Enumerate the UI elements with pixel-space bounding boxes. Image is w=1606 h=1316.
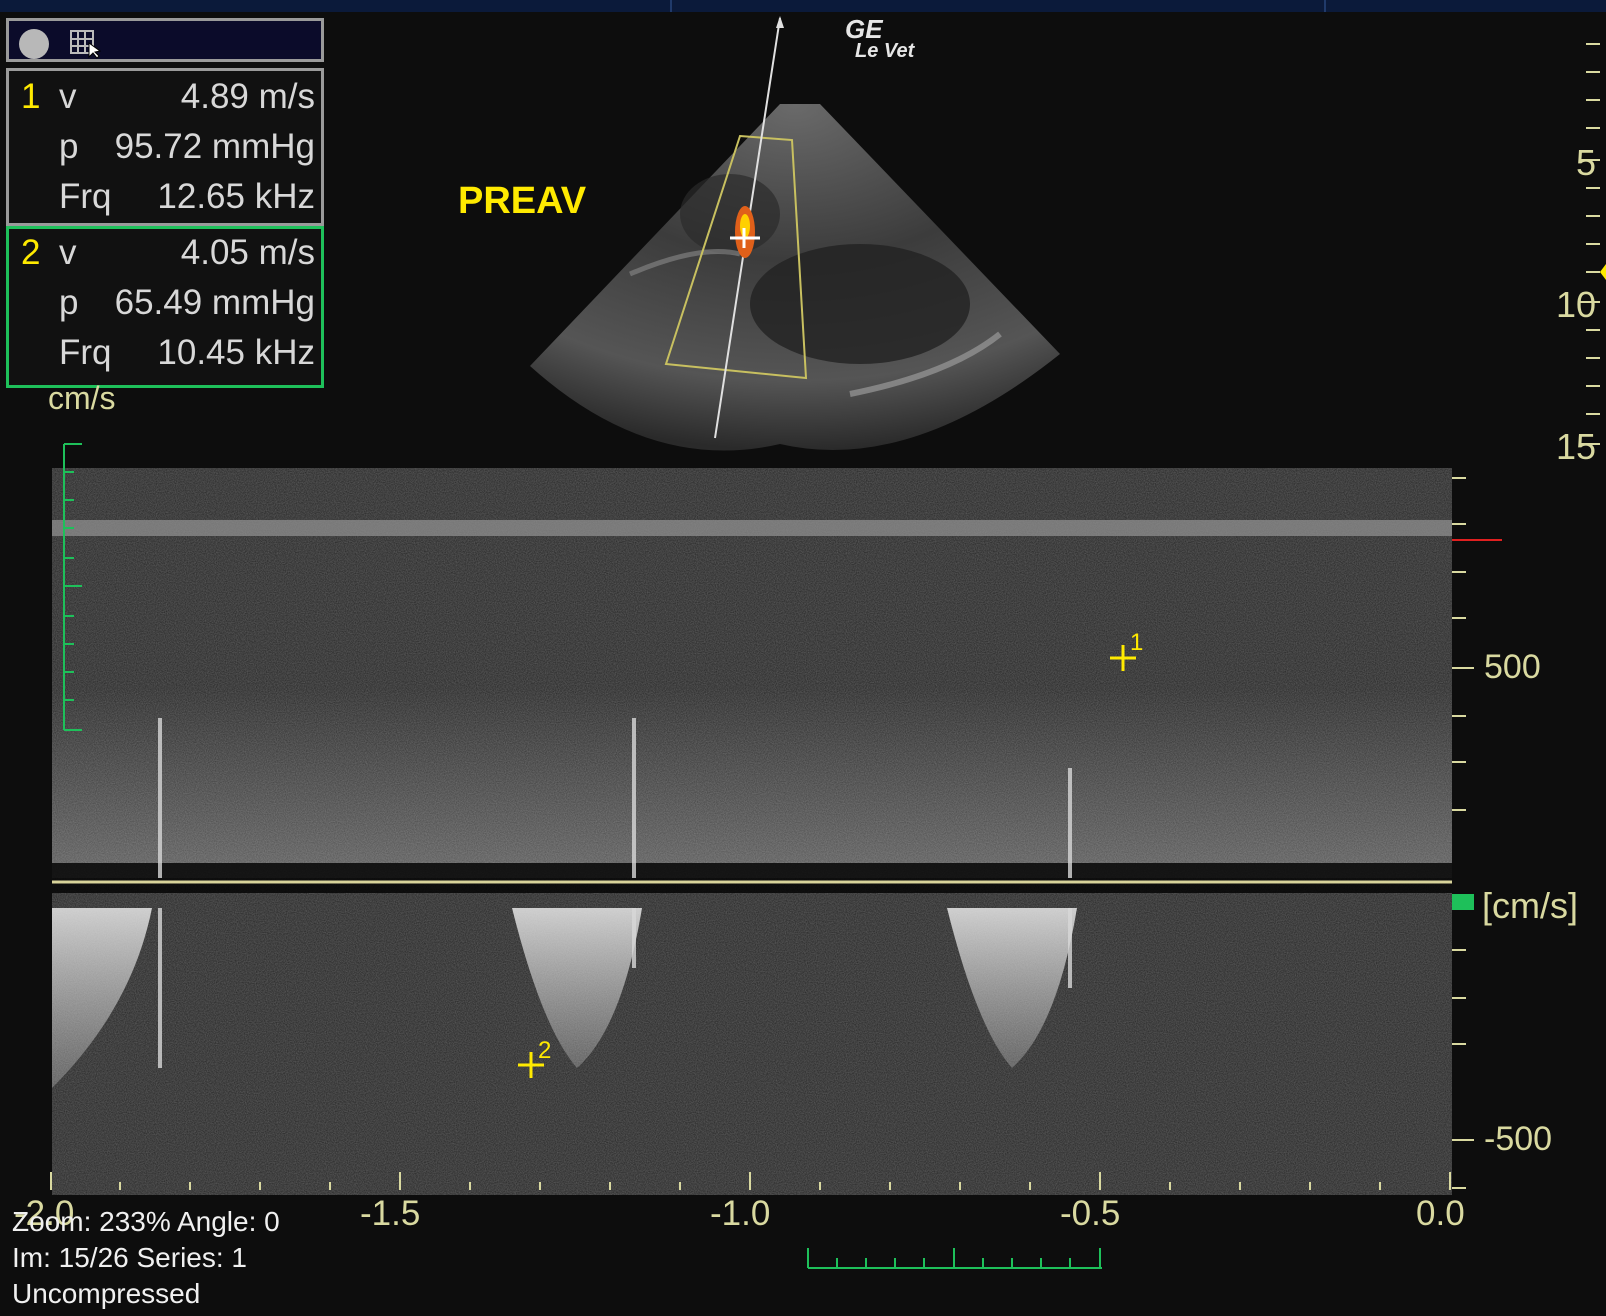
cursor-arrow-icon bbox=[776, 16, 784, 28]
velocity-label: v bbox=[59, 77, 77, 116]
velocity-unit: [cm/s] bbox=[1482, 885, 1578, 926]
velocity-unit-label: cm/s bbox=[48, 380, 116, 416]
depth-label: 15 bbox=[1555, 426, 1596, 467]
measurement-index: 1 bbox=[21, 77, 41, 116]
image-series-status: Im: 15/26 Series: 1 bbox=[12, 1242, 248, 1273]
measurement-box-1[interactable]: 1 v 4.89 m/s p 95.72 mmHg Frq 12.65 kHz bbox=[6, 68, 324, 226]
depth-label: 10 bbox=[1555, 284, 1596, 325]
pressure-value: 95.72 mmHg bbox=[114, 127, 315, 166]
frequency-value: 10.45 kHz bbox=[157, 333, 315, 372]
measurement-box-2[interactable]: 2 v 4.05 m/s p 65.49 mmHg Frq 10.45 kHz bbox=[6, 226, 324, 388]
marker-label: 1 bbox=[1130, 629, 1143, 656]
baseline-handle[interactable] bbox=[1452, 894, 1474, 910]
spectral-doppler-display[interactable]: 1 2 bbox=[52, 468, 1452, 1195]
frequency-label: Frq bbox=[59, 333, 112, 372]
sector-image[interactable] bbox=[530, 14, 1090, 464]
pressure-label: p bbox=[59, 127, 79, 166]
positive-flow-haze bbox=[52, 688, 1452, 878]
top-strip bbox=[0, 0, 1606, 12]
time-tick: -1.5 bbox=[360, 1194, 421, 1233]
top-strip-segment bbox=[0, 0, 672, 12]
pressure-label: p bbox=[59, 283, 79, 322]
status-panel: Zoom: 233% Angle: 0 Im: 15/26 Series: 1 … bbox=[12, 1204, 280, 1312]
record-button[interactable] bbox=[19, 29, 49, 59]
chamber-shadow bbox=[680, 174, 780, 254]
velocity-value: 4.05 m/s bbox=[180, 233, 315, 272]
pressure-value: 65.49 mmHg bbox=[114, 283, 315, 322]
top-strip-segment bbox=[672, 0, 1326, 12]
velocity-value: 4.89 m/s bbox=[180, 77, 315, 116]
frequency-label: Frq bbox=[59, 177, 112, 216]
zoom-status: Zoom: 233% Angle: 0 bbox=[12, 1206, 280, 1237]
time-axis bbox=[50, 1172, 1451, 1190]
depth-label: 5 bbox=[1575, 142, 1596, 183]
ecg-scale bbox=[63, 443, 82, 731]
velocity-label: v bbox=[59, 233, 77, 272]
velocity-tick-neg: -500 bbox=[1484, 1120, 1553, 1158]
marker-label: 2 bbox=[538, 1037, 551, 1064]
velocity-tick-pos: 500 bbox=[1484, 648, 1541, 686]
focus-marker-icon bbox=[1600, 264, 1606, 280]
velocity-scale bbox=[1452, 477, 1502, 1189]
time-tick: -0.5 bbox=[1060, 1194, 1121, 1233]
time-tick: -1.0 bbox=[710, 1194, 771, 1233]
cine-toolbar bbox=[6, 18, 324, 62]
wall-filter-band bbox=[52, 520, 1452, 536]
measurement-index: 2 bbox=[21, 233, 41, 272]
baseline-shadow bbox=[52, 863, 1452, 893]
compression-status: Uncompressed bbox=[12, 1278, 201, 1309]
time-tick: 0.0 bbox=[1416, 1194, 1465, 1233]
time-ruler bbox=[807, 1248, 1102, 1269]
depth-scale bbox=[1580, 43, 1606, 445]
cine-loop-icon[interactable] bbox=[69, 27, 102, 59]
chamber-shadow bbox=[750, 244, 970, 364]
frequency-value: 12.65 kHz bbox=[157, 177, 315, 216]
